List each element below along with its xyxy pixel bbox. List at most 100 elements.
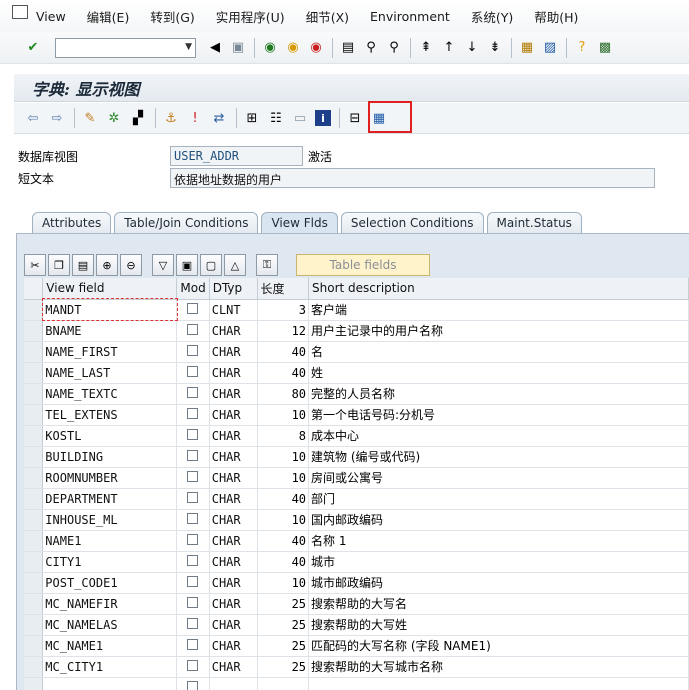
column-header-length[interactable]: 长度 bbox=[257, 278, 310, 300]
view-field-cell[interactable]: MC_CITY1 bbox=[42, 656, 178, 678]
row-selector[interactable] bbox=[24, 425, 44, 447]
find-icon[interactable]: ⚲ bbox=[362, 39, 380, 57]
short-text-field[interactable]: 依据地址数据的用户 bbox=[170, 168, 655, 188]
view-field-cell[interactable]: KOSTL bbox=[42, 425, 178, 447]
collapse-icon[interactable]: ◀ bbox=[206, 39, 224, 57]
row-selector[interactable] bbox=[24, 635, 44, 657]
column-header-mod[interactable]: Mod bbox=[176, 278, 210, 300]
view-field-cell[interactable]: DEPARTMENT bbox=[42, 488, 178, 510]
view-field-cell[interactable]: ROOMNUMBER bbox=[42, 467, 178, 489]
menu-goto[interactable]: 转到(G) bbox=[150, 7, 194, 26]
table-row[interactable]: NAME1 CHAR 40 名称 1 bbox=[24, 530, 689, 552]
last-page-icon[interactable]: ⇟ bbox=[486, 39, 504, 57]
menu-help[interactable]: 帮助(H) bbox=[534, 7, 578, 26]
row-selector[interactable] bbox=[24, 509, 44, 531]
view-field-cell[interactable]: NAME1 bbox=[42, 530, 178, 552]
customize-layout-icon[interactable]: ▩ bbox=[596, 39, 614, 57]
row-selector[interactable] bbox=[24, 299, 44, 321]
next-page-icon[interactable]: ↓ bbox=[463, 39, 481, 57]
select-all-icon[interactable]: ▽ bbox=[152, 254, 174, 276]
help-icon[interactable]: ? bbox=[573, 39, 591, 57]
table-row[interactable]: TEL_EXTENS CHAR 10 第一个电话号码:分机号 bbox=[24, 404, 689, 426]
info-marker-icon[interactable]: ǃ bbox=[186, 109, 204, 127]
paste-icon[interactable]: ▤ bbox=[72, 254, 94, 276]
object-list-icon[interactable]: ⇄ bbox=[210, 109, 228, 127]
row-selector[interactable] bbox=[24, 467, 44, 489]
view-field-cell[interactable]: POST_CODE1 bbox=[42, 572, 178, 594]
insert-row-icon[interactable]: ⊕ bbox=[96, 254, 118, 276]
mod-checkbox[interactable] bbox=[187, 302, 199, 314]
row-selector[interactable] bbox=[24, 362, 44, 384]
table-row[interactable]: POST_CODE1 CHAR 10 城市邮政编码 bbox=[24, 572, 689, 594]
view-field-cell[interactable]: BUILDING bbox=[42, 446, 178, 468]
mod-checkbox[interactable] bbox=[187, 638, 199, 650]
back-arrow-icon[interactable]: ⇦ bbox=[24, 109, 42, 127]
table-row[interactable]: ROOMNUMBER CHAR 10 房间或公寓号 bbox=[24, 467, 689, 489]
doc-icon[interactable]: ▭ bbox=[291, 109, 309, 127]
table-row[interactable]: DEPARTMENT CHAR 40 部门 bbox=[24, 488, 689, 510]
back-icon[interactable]: ◉ bbox=[261, 39, 279, 57]
row-selector[interactable] bbox=[24, 404, 44, 426]
copy-icon[interactable]: ❐ bbox=[48, 254, 70, 276]
save-icon[interactable]: ▣ bbox=[229, 39, 247, 57]
tab-table-join-conditions[interactable]: Table/Join Conditions bbox=[114, 212, 259, 233]
mod-checkbox[interactable] bbox=[187, 470, 199, 482]
find-next-icon[interactable]: ⚲ bbox=[385, 39, 403, 57]
mod-checkbox[interactable] bbox=[187, 449, 199, 461]
table-row[interactable]: MANDT CLNT 3 客户端 bbox=[24, 298, 689, 321]
create-session-icon[interactable]: ▦ bbox=[518, 39, 536, 57]
view-field-cell[interactable]: NAME_TEXTC bbox=[42, 383, 178, 405]
table-row[interactable]: BNAME CHAR 12 用户主记录中的用户名称 bbox=[24, 320, 689, 342]
row-selector[interactable] bbox=[24, 320, 44, 342]
view-field-cell[interactable] bbox=[42, 677, 178, 690]
table-row[interactable]: CITY1 CHAR 40 城市 bbox=[24, 551, 689, 573]
row-selector[interactable] bbox=[24, 551, 44, 573]
exit-icon[interactable]: ◉ bbox=[284, 39, 302, 57]
column-header-view-field[interactable]: View field bbox=[42, 278, 178, 300]
cut-icon[interactable]: ✂ bbox=[24, 254, 46, 276]
key-icon[interactable]: ⚿ bbox=[256, 254, 278, 276]
chevron-down-icon[interactable]: ▼ bbox=[185, 42, 192, 52]
where-used-icon[interactable]: ⚓ bbox=[162, 109, 180, 127]
first-page-icon[interactable]: ⇞ bbox=[417, 39, 435, 57]
info-icon[interactable]: i bbox=[315, 110, 331, 126]
mod-checkbox[interactable] bbox=[187, 512, 199, 524]
view-field-cell[interactable]: MC_NAME1 bbox=[42, 635, 178, 657]
view-field-cell[interactable]: MANDT bbox=[41, 298, 178, 321]
view-field-cell[interactable]: INHOUSE_ML bbox=[42, 509, 178, 531]
tab-attributes[interactable]: Attributes bbox=[32, 212, 112, 233]
row-selector[interactable] bbox=[24, 614, 44, 636]
menu-details[interactable]: 细节(X) bbox=[306, 7, 349, 26]
mod-checkbox[interactable] bbox=[187, 407, 199, 419]
hierarchy-icon[interactable]: ⊞ bbox=[243, 109, 261, 127]
view-field-cell[interactable]: TEL_EXTENS bbox=[42, 404, 178, 426]
sort-icon[interactable]: △ bbox=[224, 254, 246, 276]
table-row[interactable]: MC_NAME1 CHAR 25 匹配码的大写名称 (字段 NAME1) bbox=[24, 635, 689, 657]
view-field-cell[interactable]: MC_NAMELAS bbox=[42, 614, 178, 636]
table-row[interactable]: MC_NAMEFIR CHAR 25 搜索帮助的大写名 bbox=[24, 593, 689, 615]
menu-edit[interactable]: 编辑(E) bbox=[87, 7, 130, 26]
structure-icon[interactable]: ☷ bbox=[267, 109, 285, 127]
view-name-field[interactable]: USER_ADDR bbox=[170, 146, 303, 166]
view-field-cell[interactable]: NAME_FIRST bbox=[42, 341, 178, 363]
mod-checkbox[interactable] bbox=[187, 344, 199, 356]
table-row[interactable]: NAME_FIRST CHAR 40 名 bbox=[24, 341, 689, 363]
mod-checkbox[interactable] bbox=[187, 575, 199, 587]
forward-arrow-icon[interactable]: ⇨ bbox=[48, 109, 66, 127]
command-input[interactable] bbox=[56, 38, 176, 57]
table-row[interactable]: MC_NAMELAS CHAR 25 搜索帮助的大写姓 bbox=[24, 614, 689, 636]
row-selector[interactable] bbox=[24, 530, 44, 552]
graphic-icon[interactable]: ⊟ bbox=[346, 109, 364, 127]
cancel-icon[interactable]: ◉ bbox=[307, 39, 325, 57]
mod-checkbox[interactable] bbox=[187, 617, 199, 629]
table-row[interactable]: NAME_TEXTC CHAR 80 完整的人员名称 bbox=[24, 383, 689, 405]
table-fields-button[interactable]: Table fields bbox=[296, 254, 430, 276]
table-row[interactable]: KOSTL CHAR 8 成本中心 bbox=[24, 425, 689, 447]
table-row[interactable]: NAME_LAST CHAR 40 姓 bbox=[24, 362, 689, 384]
menu-icon[interactable] bbox=[12, 5, 28, 19]
menu-environment[interactable]: Environment bbox=[370, 9, 450, 24]
view-field-cell[interactable]: BNAME bbox=[42, 320, 178, 342]
enter-icon[interactable]: ✔ bbox=[24, 39, 42, 57]
row-selector-header[interactable] bbox=[24, 278, 44, 300]
mod-checkbox[interactable] bbox=[187, 659, 199, 671]
